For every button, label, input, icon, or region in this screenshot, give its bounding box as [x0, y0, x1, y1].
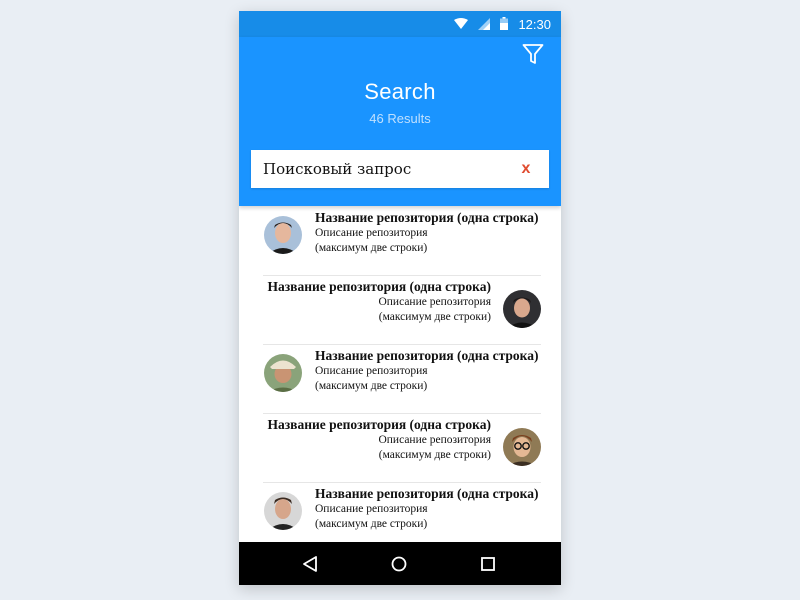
- item-description: (максимум две строки): [315, 518, 428, 530]
- item-text: Название репозитория (одна строка) Описа…: [263, 278, 492, 325]
- recents-square-icon: [477, 557, 499, 579]
- results-list: Название репозитория (одна строка) Описа…: [239, 206, 561, 542]
- battery-icon: [500, 15, 509, 34]
- back-button[interactable]: [300, 553, 322, 575]
- item-description: (максимум две строки): [378, 311, 491, 323]
- avatar: [264, 492, 302, 530]
- avatar: [503, 290, 541, 328]
- results-count: 46 Results: [369, 111, 431, 126]
- recents-button[interactable]: [477, 553, 499, 575]
- list-item[interactable]: Название репозитория (одна строка) Описа…: [263, 206, 541, 276]
- item-description: Описание репозитория: [315, 503, 428, 515]
- item-text: Название репозитория (одна строка) Описа…: [315, 485, 555, 532]
- clear-button[interactable]: x: [517, 160, 535, 178]
- home-button[interactable]: [388, 553, 410, 575]
- item-text: Название репозитория (одна строка) Описа…: [263, 416, 492, 463]
- status-time: 12:30: [518, 16, 551, 32]
- item-description: Описание репозитория: [315, 227, 428, 239]
- item-description: Описание репозитория: [378, 434, 491, 446]
- list-item[interactable]: Название репозитория (одна строка) Описа…: [263, 344, 541, 414]
- item-title: Название репозитория (одна строка): [267, 417, 492, 432]
- back-triangle-icon: [300, 556, 322, 579]
- filter-icon: [522, 43, 544, 69]
- item-description: Описание репозитория: [378, 296, 491, 308]
- item-description: (максимум две строки): [315, 380, 428, 392]
- signal-icon: [478, 15, 491, 34]
- item-text: Название репозитория (одна строка) Описа…: [315, 209, 555, 256]
- item-description: (максимум две строки): [378, 449, 491, 461]
- page-title: Search: [364, 79, 436, 104]
- item-description: (максимум две строки): [315, 242, 428, 254]
- wifi-icon: [454, 15, 469, 34]
- search-input[interactable]: [251, 150, 513, 188]
- avatar: [264, 354, 302, 392]
- search-header: Search 46 Results x: [239, 37, 561, 206]
- item-title: Название репозитория (одна строка): [315, 348, 539, 363]
- list-item[interactable]: Название репозитория (одна строка) Описа…: [263, 275, 541, 345]
- filter-button[interactable]: [521, 43, 545, 69]
- avatar: [264, 216, 302, 254]
- list-item[interactable]: Название репозитория (одна строка) Описа…: [263, 413, 541, 483]
- status-bar: 12:30: [239, 11, 561, 37]
- phone-frame: 12:30 Search 46 Results x Название репоз…: [239, 11, 561, 585]
- search-box: x: [251, 150, 549, 188]
- item-title: Название репозитория (одна строка): [267, 279, 492, 294]
- item-text: Название репозитория (одна строка) Описа…: [315, 347, 555, 394]
- avatar: [503, 428, 541, 466]
- navigation-bar: [239, 542, 561, 585]
- status-icons: 12:30: [454, 11, 551, 37]
- item-description: Описание репозитория: [315, 365, 428, 377]
- list-item[interactable]: Название репозитория (одна строка) Описа…: [263, 482, 541, 551]
- home-circle-icon: [388, 556, 410, 579]
- item-title: Название репозитория (одна строка): [315, 486, 539, 501]
- item-title: Название репозитория (одна строка): [315, 210, 539, 225]
